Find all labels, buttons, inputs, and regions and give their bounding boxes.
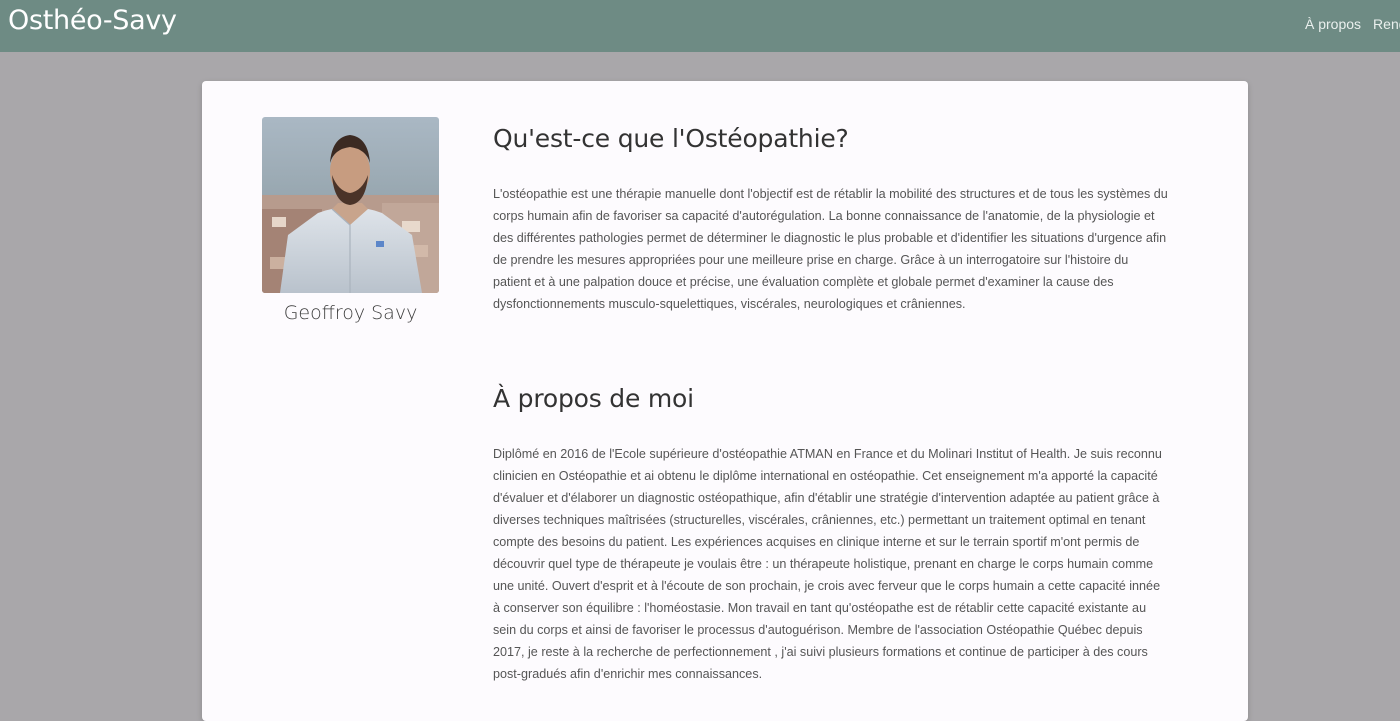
section-text-a-propos: Diplômé en 2016 de l'Ecole supérieure d'… xyxy=(493,447,1162,681)
nav-link-rendez-vous[interactable]: Rende xyxy=(1373,15,1400,33)
section-title-osteopathie: Qu'est-ce que l'Ostéopathie? xyxy=(493,124,849,153)
section-a-propos: À propos de moi Diplômé en 2016 de l'Eco… xyxy=(493,381,1168,685)
brand-logo-link[interactable]: Osthéo-Savy xyxy=(8,4,177,38)
section-text-osteopathie: L'ostéopathie est une thérapie manuelle … xyxy=(493,187,1168,311)
content-column: Qu'est-ce que l'Ostéopathie? L'ostéopath… xyxy=(493,121,1168,685)
main-card: Geoffroy Savy Qu'est-ce que l'Ostéopathi… xyxy=(202,81,1248,721)
profile-name: Geoffroy Savy xyxy=(283,302,418,324)
section-title-a-propos: À propos de moi xyxy=(493,384,694,413)
section-osteopathie: Qu'est-ce que l'Ostéopathie? L'ostéopath… xyxy=(493,121,1168,315)
profile-block: Geoffroy Savy xyxy=(262,117,439,325)
top-navbar: Osthéo-Savy À propos Rende xyxy=(0,0,1400,52)
portrait-photo-icon xyxy=(262,117,439,293)
nav-link-a-propos[interactable]: À propos xyxy=(1305,15,1361,33)
nav-links: À propos Rende xyxy=(1305,15,1400,33)
